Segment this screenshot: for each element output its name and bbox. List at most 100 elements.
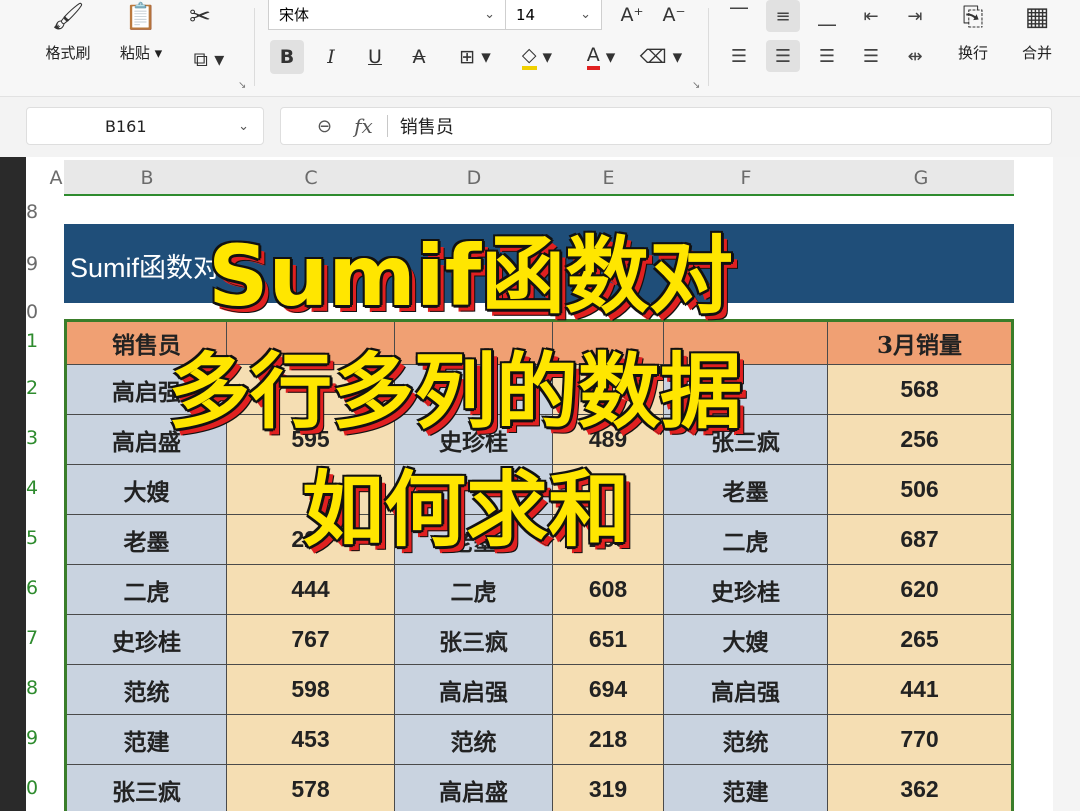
table-cell[interactable]: 620	[828, 565, 1011, 614]
table-cell[interactable]: 319	[553, 765, 664, 811]
column-header-c[interactable]: C	[227, 160, 395, 196]
header-cell[interactable]: 3月销量	[828, 322, 1011, 364]
clear-format-button[interactable]: ⌫ ▾	[636, 40, 686, 74]
table-cell[interactable]: 范统	[664, 715, 828, 764]
table-cell[interactable]: 范建	[67, 715, 227, 764]
table-cell[interactable]: 二虎	[67, 565, 227, 614]
clipboard-icon: 📋	[124, 2, 158, 32]
increase-font-button[interactable]: A⁺	[618, 0, 646, 30]
align-middle-button[interactable]: ≡	[766, 0, 800, 32]
row-number[interactable]: 6	[26, 577, 44, 599]
align-bottom-button[interactable]: ⎽	[810, 0, 844, 32]
table-cell[interactable]: 506	[828, 465, 1011, 514]
border-button[interactable]: ⊞ ▾	[450, 40, 500, 74]
table-cell[interactable]: 老墨	[664, 465, 828, 514]
table-cell[interactable]: 范建	[664, 765, 828, 811]
column-header-d[interactable]: D	[395, 160, 553, 196]
table-cell[interactable]: 453	[227, 715, 395, 764]
table-cell[interactable]: 大嫂	[664, 615, 828, 664]
table-cell[interactable]: 218	[553, 715, 664, 764]
table-cell[interactable]: 578	[227, 765, 395, 811]
align-right-button[interactable]: ☰	[810, 40, 844, 72]
font-size-select[interactable]: 14 ⌄	[506, 0, 602, 30]
wrap-text-button[interactable]: ⎘ 换行	[948, 2, 998, 63]
table-cell[interactable]: 598	[227, 665, 395, 714]
distributed-button[interactable]: ⇹	[898, 40, 932, 72]
table-cell[interactable]: 770	[828, 715, 1011, 764]
font-color-button[interactable]: A ▾	[576, 40, 626, 74]
row-number[interactable]: 0	[26, 301, 44, 323]
merge-button[interactable]: ▦ 合并	[1012, 2, 1062, 63]
chevron-down-icon[interactable]: ⌄	[238, 119, 249, 134]
table-cell[interactable]: 687	[828, 515, 1011, 564]
paste-button[interactable]: 📋 粘贴 ▾	[110, 2, 172, 63]
decrease-font-button[interactable]: A⁻	[660, 0, 688, 30]
table-cell[interactable]: 441	[828, 665, 1011, 714]
formula-input[interactable]: ⊖ fx 销售员	[280, 107, 1052, 145]
column-header-b[interactable]: B	[67, 160, 227, 196]
align-center-button[interactable]: ☰	[766, 40, 800, 72]
increase-indent-button[interactable]: ⇥	[898, 0, 932, 32]
row-number[interactable]: 3	[26, 427, 44, 449]
table-cell[interactable]: 694	[553, 665, 664, 714]
wrap-text-icon: ⎘	[962, 2, 984, 32]
row-number[interactable]: 2	[26, 377, 44, 399]
spreadsheet-grid[interactable]: A B C D E F G 8 9 0 1 2 3 4 5 6 7 8 9 0 …	[0, 157, 1080, 811]
font-name-select[interactable]: 宋体 ⌄	[268, 0, 506, 30]
table-cell[interactable]: 362	[828, 765, 1011, 811]
indent-icon: ⇥	[907, 5, 923, 27]
format-painter-button[interactable]: 🖌 格式刷	[38, 2, 98, 63]
row-number[interactable]: 5	[26, 527, 44, 549]
table-cell[interactable]: 二虎	[395, 565, 553, 614]
table-cell[interactable]: 史珍桂	[67, 615, 227, 664]
align-left-button[interactable]: ☰	[722, 40, 756, 72]
table-cell[interactable]: 256	[828, 415, 1011, 464]
decrease-indent-button[interactable]: ⇤	[854, 0, 888, 32]
cut-button[interactable]: ✂	[180, 2, 220, 32]
strikethrough-button[interactable]: A	[406, 40, 432, 74]
table-cell[interactable]: 高启强	[395, 665, 553, 714]
row-number[interactable]: 7	[26, 627, 44, 649]
row-number[interactable]: 0	[26, 777, 44, 799]
fill-color-button[interactable]: ◇ ▾	[512, 40, 562, 74]
column-header-e[interactable]: E	[553, 160, 664, 196]
bold-button[interactable]: B	[270, 40, 304, 74]
table-cell[interactable]: 608	[553, 565, 664, 614]
italic-button[interactable]: I	[318, 40, 344, 74]
table-cell[interactable]: 老墨	[67, 515, 227, 564]
column-header-f[interactable]: F	[664, 160, 828, 196]
overlay-title-line-1: Sumif函数对	[208, 227, 734, 325]
table-cell[interactable]: 张三疯	[67, 765, 227, 811]
table-cell[interactable]: 265	[828, 615, 1011, 664]
name-box[interactable]: B161 ⌄	[26, 107, 264, 145]
row-number[interactable]: 9	[26, 727, 44, 749]
column-header-a[interactable]: A	[44, 160, 68, 196]
table-cell[interactable]: 568	[828, 365, 1011, 414]
table-cell[interactable]: 高启盛	[395, 765, 553, 811]
row-number[interactable]: 8	[26, 201, 44, 223]
row-number[interactable]: 4	[26, 477, 44, 499]
underline-button[interactable]: U	[362, 40, 388, 74]
row-number[interactable]: 1	[26, 330, 44, 352]
table-cell[interactable]: 史珍桂	[664, 565, 828, 614]
align-top-button[interactable]: ⎺	[722, 0, 756, 32]
zoom-icon[interactable]: ⊖	[317, 116, 332, 137]
table-cell[interactable]: 二虎	[664, 515, 828, 564]
table-cell[interactable]: 767	[227, 615, 395, 664]
table-cell[interactable]: 张三疯	[395, 615, 553, 664]
table-cell[interactable]: 范统	[67, 665, 227, 714]
justify-button[interactable]: ☰	[854, 40, 888, 72]
table-cell[interactable]: 444	[227, 565, 395, 614]
column-header-g[interactable]: G	[828, 160, 1014, 196]
copy-button[interactable]: ⧉ ▾	[184, 44, 234, 74]
table-cell[interactable]: 高启强	[664, 665, 828, 714]
clipboard-group-launcher-icon[interactable]: ↘	[238, 80, 246, 91]
table-cell[interactable]: 大嫂	[67, 465, 227, 514]
table-cell[interactable]: 范统	[395, 715, 553, 764]
row-number[interactable]: 8	[26, 677, 44, 699]
function-icon[interactable]: fx	[354, 114, 373, 138]
table-cell[interactable]: 651	[553, 615, 664, 664]
row-number[interactable]: 9	[26, 253, 44, 275]
table-row: 二虎 444 二虎 608 史珍桂 620	[67, 564, 1011, 614]
font-group-launcher-icon[interactable]: ↘	[692, 80, 700, 91]
